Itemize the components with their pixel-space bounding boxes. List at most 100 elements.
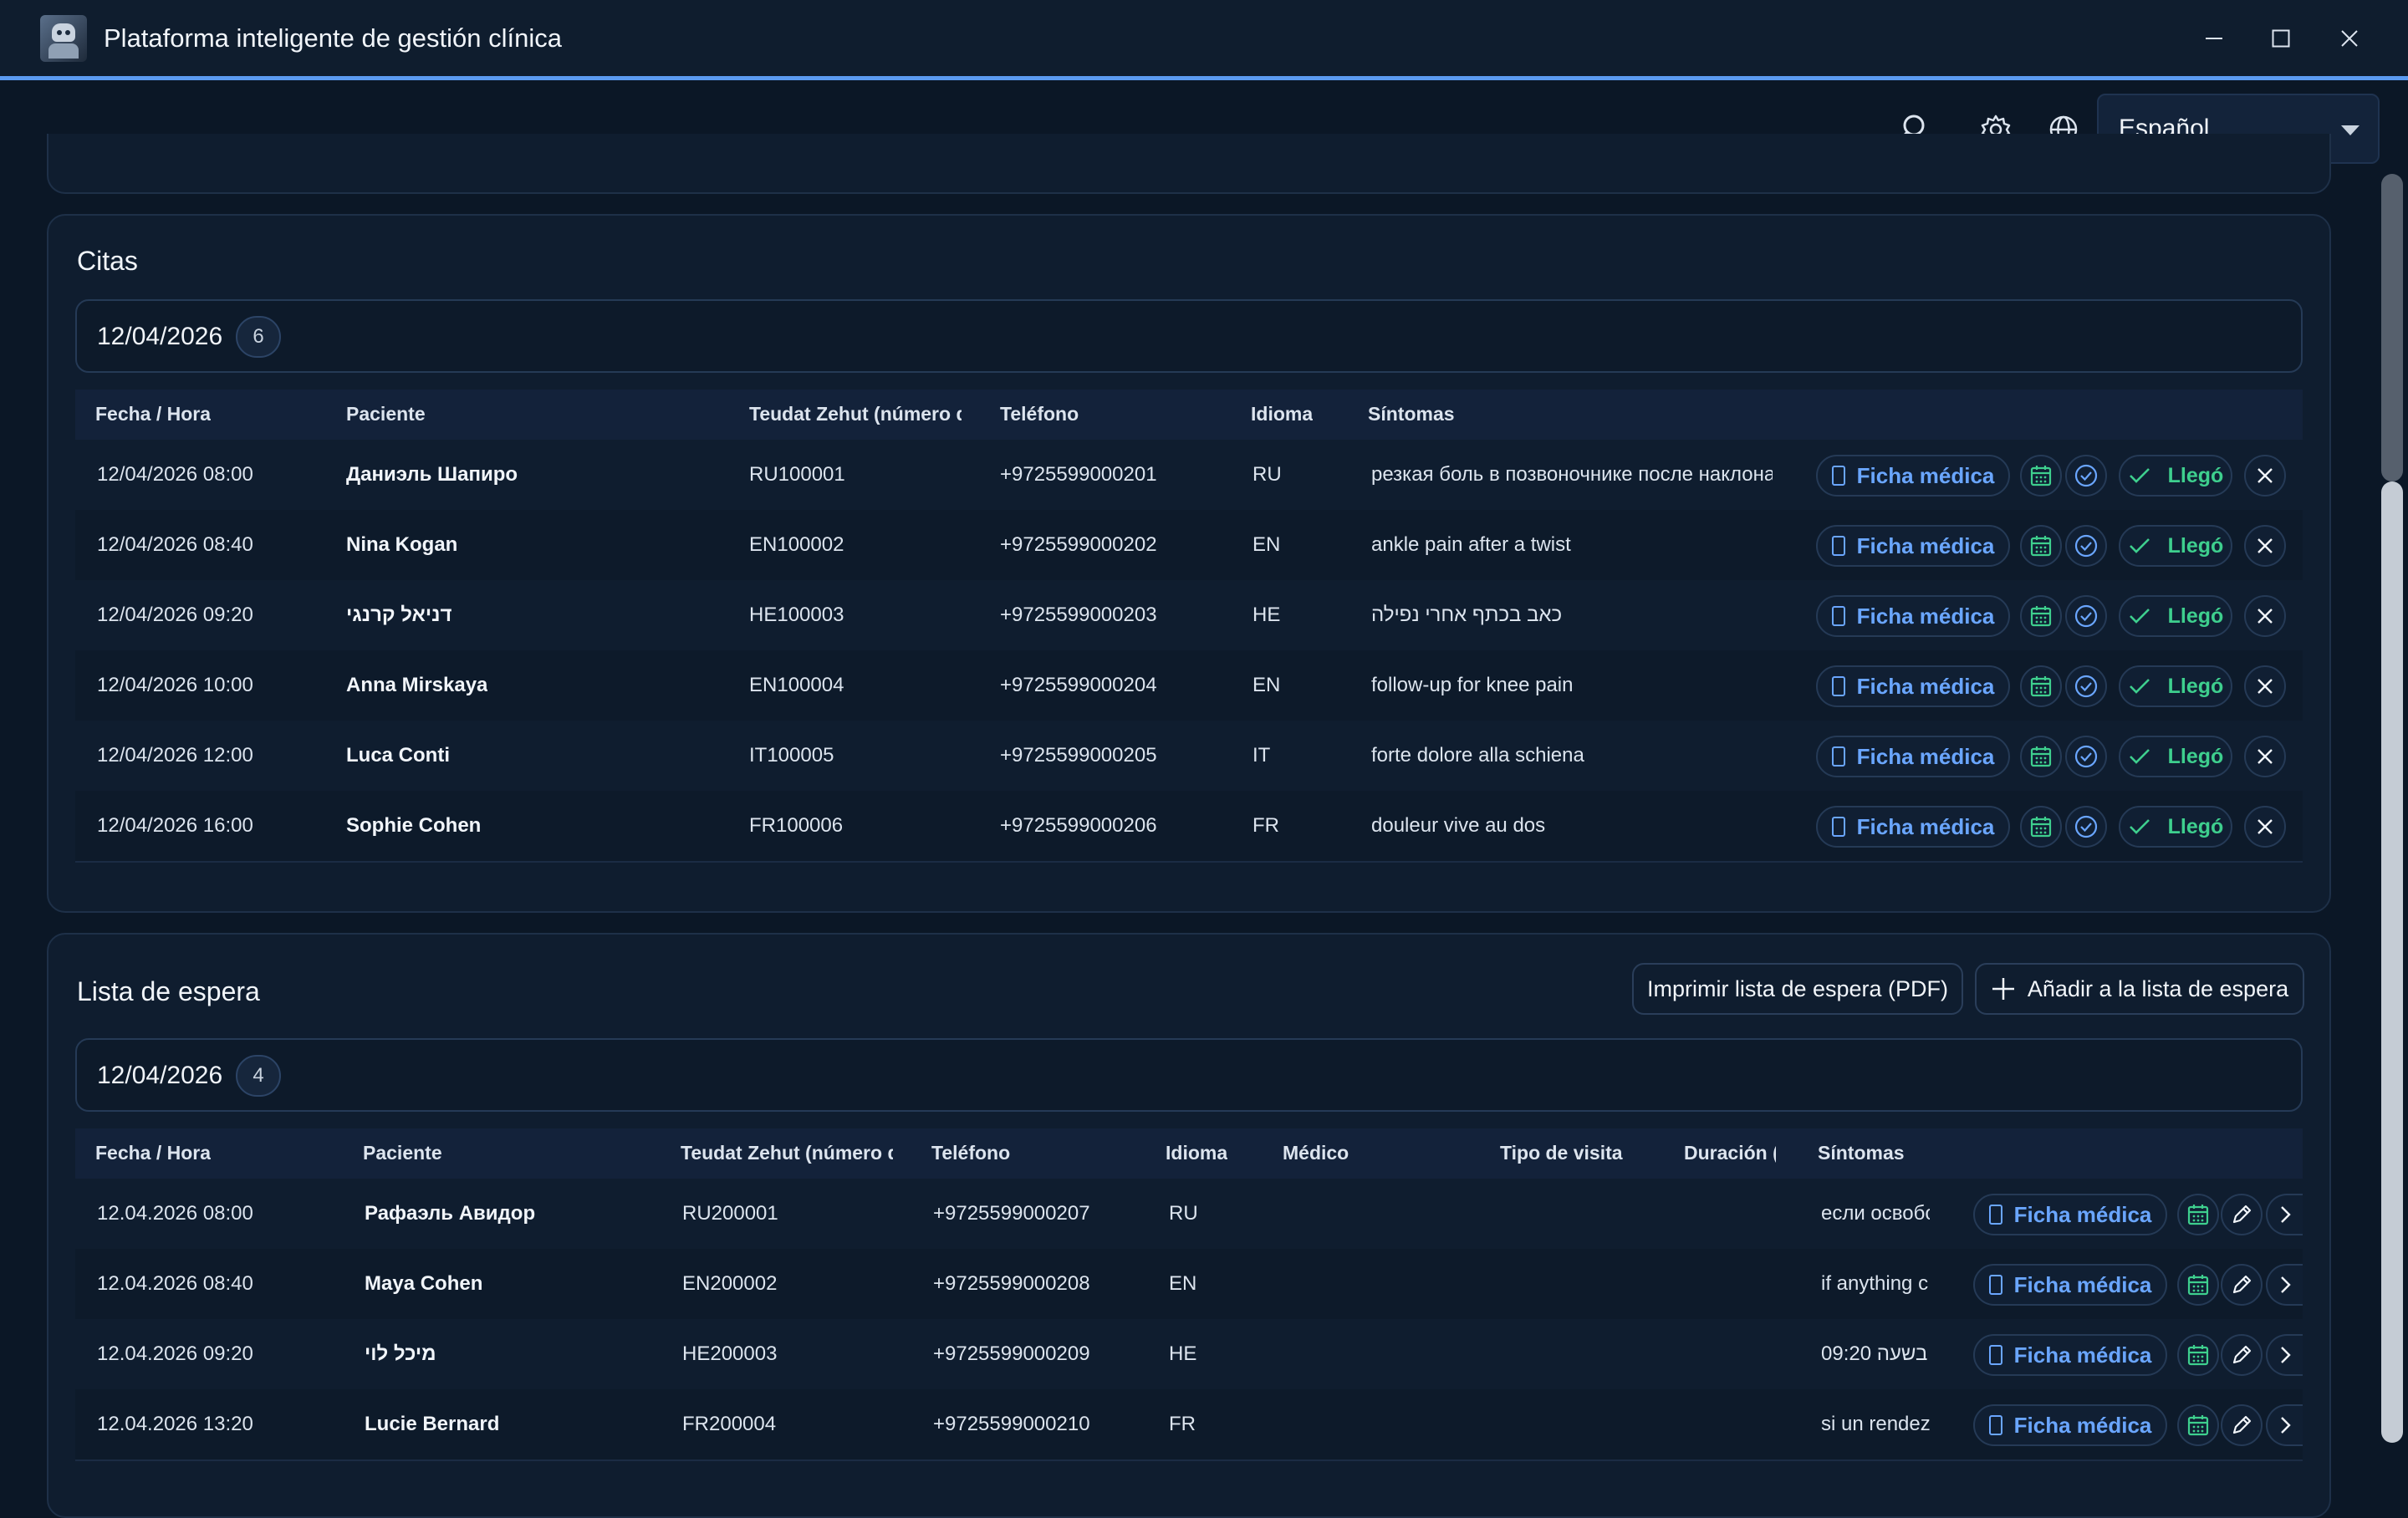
calendar-icon — [2029, 604, 2053, 628]
schedule-button[interactable] — [2020, 595, 2062, 637]
medical-record-button[interactable]: Ficha médica — [1816, 595, 2010, 637]
cancel-appointment-button[interactable] — [2244, 455, 2286, 497]
medical-record-button[interactable]: Ficha médica — [1816, 806, 2010, 848]
cell-patient: Даниэль Шапиро — [346, 463, 518, 486]
schedule-button[interactable] — [2020, 455, 2062, 497]
confirm-button[interactable] — [2065, 736, 2107, 777]
scrollbar-upper-region[interactable] — [2381, 174, 2403, 481]
maximize-icon — [2272, 29, 2290, 48]
medical-record-button[interactable]: Ficha médica — [1973, 1264, 2167, 1306]
maximize-button[interactable] — [2259, 17, 2303, 60]
calendar-icon — [2186, 1343, 2210, 1367]
edit-button[interactable] — [2221, 1404, 2263, 1446]
close-icon — [2341, 30, 2358, 47]
medical-record-button[interactable]: Ficha médica — [1816, 736, 2010, 777]
confirm-button[interactable] — [2065, 455, 2107, 497]
table-row: 12.04.2026 13:20 Lucie Bernard FR200004 +97… — [75, 1389, 2303, 1461]
col-id: Teudat Zehut (número de — [749, 403, 962, 425]
edit-button[interactable] — [2221, 1194, 2263, 1235]
schedule-button[interactable] — [2177, 1404, 2219, 1446]
cell-datetime: 12.04.2026 13:20 — [97, 1413, 253, 1435]
cell-id: FR200004 — [682, 1413, 777, 1435]
schedule-button[interactable] — [2177, 1194, 2219, 1235]
cell-datetime: 12.04.2026 08:00 — [97, 1202, 253, 1225]
cell-patient: Sophie Cohen — [346, 814, 482, 837]
schedule-button[interactable] — [2177, 1264, 2219, 1306]
medical-record-button[interactable]: Ficha médica — [1816, 665, 2010, 707]
more-actions-button[interactable] — [2266, 1334, 2303, 1376]
chevron-right-icon — [2277, 1345, 2293, 1365]
cell-symptoms: si un rendez — [1821, 1413, 1930, 1435]
appointments-title: Citas — [77, 246, 138, 276]
cell-patient: Рафаэль Авидор — [365, 1202, 536, 1225]
document-icon — [1988, 1275, 2002, 1295]
cancel-appointment-button[interactable] — [2244, 806, 2286, 848]
edit-button[interactable] — [2221, 1334, 2263, 1376]
close-window-button[interactable] — [2328, 17, 2371, 60]
arrived-button[interactable]: Llegó — [2119, 595, 2232, 637]
appointments-date-header[interactable]: 12/04/2026 6 — [75, 299, 2303, 373]
medical-record-button[interactable]: Ficha médica — [1973, 1194, 2167, 1235]
cell-phone: +9725599000209 — [933, 1342, 1090, 1365]
cell-language: HE — [1169, 1342, 1197, 1365]
waitlist-date-header[interactable]: 12/04/2026 4 — [75, 1038, 2303, 1112]
confirm-button[interactable] — [2065, 806, 2107, 848]
pencil-icon — [2230, 1414, 2253, 1437]
medical-record-button[interactable]: Ficha médica — [1816, 455, 2010, 497]
schedule-button[interactable] — [2177, 1334, 2219, 1376]
window-title: Plataforma inteligente de gestión clínic… — [104, 23, 562, 53]
check-icon — [2128, 606, 2160, 626]
close-icon — [2255, 676, 2275, 696]
more-actions-button[interactable] — [2266, 1404, 2303, 1446]
medical-record-button[interactable]: Ficha médica — [1973, 1404, 2167, 1446]
cancel-appointment-button[interactable] — [2244, 525, 2286, 567]
close-icon — [2255, 536, 2275, 556]
close-icon — [2255, 606, 2275, 626]
arrived-button[interactable]: Llegó — [2119, 806, 2232, 848]
medical-record-button[interactable]: Ficha médica — [1973, 1334, 2167, 1376]
confirm-button[interactable] — [2065, 525, 2107, 567]
cell-phone: +9725599000201 — [1000, 463, 1157, 486]
pencil-icon — [2230, 1273, 2253, 1296]
check-icon — [2128, 536, 2160, 556]
cell-language: EN — [1252, 533, 1281, 556]
waitlist-panel: Lista de espera Imprimir lista de espera… — [47, 933, 2331, 1518]
schedule-button[interactable] — [2020, 525, 2062, 567]
add-to-waitlist-button[interactable]: Añadir a la lista de espera — [1975, 963, 2304, 1015]
cell-datetime: 12/04/2026 09:20 — [97, 604, 253, 626]
schedule-button[interactable] — [2020, 736, 2062, 777]
cell-datetime: 12/04/2026 12:00 — [97, 744, 253, 767]
document-icon — [1831, 817, 1845, 837]
chevron-right-icon — [2277, 1275, 2293, 1295]
more-actions-button[interactable] — [2266, 1264, 2303, 1306]
arrived-button[interactable]: Llegó — [2119, 455, 2232, 497]
cell-symptoms: douleur vive au dos — [1371, 814, 1546, 837]
arrived-button[interactable]: Llegó — [2119, 525, 2232, 567]
cell-phone: +9725599000208 — [933, 1272, 1090, 1295]
minimize-button[interactable] — [2192, 17, 2236, 60]
cell-symptoms: резкая боль в позвоночнике после наклона — [1371, 463, 1773, 486]
medical-record-button[interactable]: Ficha médica — [1816, 525, 2010, 567]
calendar-icon — [2029, 815, 2053, 838]
cell-datetime: 12.04.2026 09:20 — [97, 1342, 253, 1365]
more-actions-button[interactable] — [2266, 1194, 2303, 1235]
print-waitlist-button[interactable]: Imprimir lista de espera (PDF) — [1632, 963, 1963, 1015]
schedule-button[interactable] — [2020, 806, 2062, 848]
cell-language: FR — [1169, 1413, 1196, 1435]
schedule-button[interactable] — [2020, 665, 2062, 707]
confirm-button[interactable] — [2065, 665, 2107, 707]
calendar-icon — [2186, 1273, 2210, 1296]
cancel-appointment-button[interactable] — [2244, 595, 2286, 637]
scrollbar-thumb[interactable] — [2381, 481, 2403, 1443]
col-visit-type: Tipo de visita — [1500, 1142, 1623, 1164]
cancel-appointment-button[interactable] — [2244, 665, 2286, 707]
document-icon — [1988, 1345, 2002, 1365]
plus-icon — [1992, 978, 2014, 1000]
arrived-button[interactable]: Llegó — [2119, 665, 2232, 707]
arrived-button[interactable]: Llegó — [2119, 736, 2232, 777]
confirm-button[interactable] — [2065, 595, 2107, 637]
cancel-appointment-button[interactable] — [2244, 736, 2286, 777]
edit-button[interactable] — [2221, 1264, 2263, 1306]
pencil-icon — [2230, 1343, 2253, 1367]
cell-datetime: 12/04/2026 08:40 — [97, 533, 253, 556]
